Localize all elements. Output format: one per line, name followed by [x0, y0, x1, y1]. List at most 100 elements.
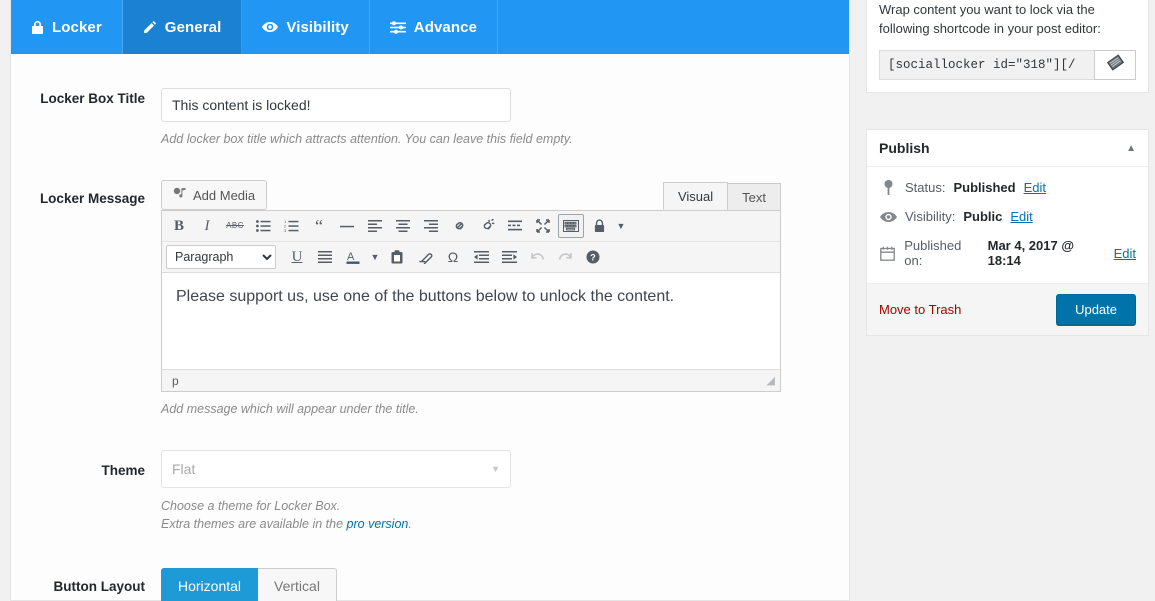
tab-locker-label: Locker [52, 18, 102, 36]
chevron-up-icon[interactable]: ▲ [1126, 143, 1136, 154]
justify-icon[interactable] [312, 245, 338, 269]
svg-text:?: ? [590, 253, 596, 263]
row-locker-message: Locker Message Add Media Visual Text B I… [11, 174, 849, 418]
row-locker-box-title: Locker Box Title Add locker box title wh… [11, 88, 849, 148]
theme-select[interactable]: Flat ▼ [161, 450, 511, 488]
pencil-icon [143, 20, 157, 34]
publish-visibility-label: Visibility: [905, 209, 956, 224]
theme-description-line2: Extra themes are available in the pro ve… [161, 515, 849, 533]
redo-icon[interactable] [552, 245, 578, 269]
shortcode-panel: Wrap content you want to lock via the fo… [866, 0, 1149, 93]
read-more-icon[interactable] [502, 214, 528, 238]
unlink-icon[interactable] [474, 214, 500, 238]
publish-status-label: Status: [905, 180, 946, 195]
align-left-icon[interactable] [362, 214, 388, 238]
publish-row-visibility: Visibility: Public Edit [867, 202, 1148, 231]
publish-visibility-value: Public [963, 209, 1003, 224]
toolbar-toggle-icon[interactable] [558, 214, 584, 238]
link-icon[interactable] [446, 214, 472, 238]
tab-visibility[interactable]: Visibility [242, 0, 370, 54]
editor-resize-handle[interactable]: ◢ [767, 374, 776, 387]
theme-selected-value: Flat [172, 461, 196, 477]
add-media-button[interactable]: Add Media [161, 180, 268, 210]
bullet-list-icon[interactable] [250, 214, 276, 238]
copy-shortcode-button[interactable] [1094, 50, 1136, 80]
text-color-icon[interactable]: A [340, 245, 366, 269]
locker-settings-metabox: Locker General Visibility Advance Locker… [10, 0, 850, 601]
outdent-icon[interactable] [468, 245, 494, 269]
italic-icon[interactable]: I [194, 214, 220, 238]
publish-panel: Publish ▲ Status: Published Edit Visibil… [866, 129, 1149, 336]
strikethrough-icon[interactable]: ABC [222, 214, 248, 238]
edit-visibility-link[interactable]: Edit [1010, 209, 1032, 224]
publish-panel-header: Publish ▲ [867, 130, 1148, 167]
svg-text:A: A [347, 251, 355, 263]
update-button[interactable]: Update [1056, 294, 1136, 325]
add-media-label: Add Media [193, 187, 256, 203]
theme-description-line1: Choose a theme for Locker Box. [161, 499, 341, 513]
clear-formatting-icon[interactable] [412, 245, 438, 269]
indent-icon[interactable] [496, 245, 522, 269]
publish-row-date: Published on: Mar 4, 2017 @ 18:14 Edit [867, 231, 1148, 275]
publish-row-status: Status: Published Edit [867, 173, 1148, 202]
publish-panel-footer: Move to Trash Update [867, 283, 1148, 335]
bold-icon[interactable]: B [166, 214, 192, 238]
editor-toolbar: B I ABC 123 “ ▼ Paragraph U A ▼ Ω ? [162, 211, 780, 273]
chevron-down-icon[interactable]: ▼ [368, 245, 382, 269]
underline-icon[interactable]: U [284, 245, 310, 269]
tab-visual[interactable]: Visual [662, 182, 729, 210]
eye-icon [262, 21, 279, 33]
settings-tabbar: Locker General Visibility Advance [11, 0, 849, 54]
row-button-layout: Button Layout Horizontal Vertical [11, 568, 849, 601]
layout-option-vertical[interactable]: Vertical [258, 568, 337, 601]
eye-icon [879, 211, 897, 223]
tab-advance-label: Advance [413, 18, 478, 36]
numbered-list-icon[interactable]: 123 [278, 214, 304, 238]
theme-description-prefix: Extra themes are available in the [161, 517, 347, 531]
tab-text[interactable]: Text [727, 183, 781, 210]
publish-panel-body: Status: Published Edit Visibility: Publi… [867, 167, 1148, 283]
edit-status-link[interactable]: Edit [1024, 180, 1046, 195]
paste-as-text-icon[interactable] [384, 245, 410, 269]
editor-mode-tabs: Visual Text [662, 182, 781, 210]
editor-element-path: p [172, 373, 179, 388]
align-center-icon[interactable] [390, 214, 416, 238]
shortcode-note: Wrap content you want to lock via the fo… [879, 2, 1101, 36]
help-icon[interactable]: ? [580, 245, 606, 269]
paragraph-format-select[interactable]: Paragraph [166, 245, 276, 269]
shortcode-input[interactable]: [sociallocker id="318"][/ [879, 50, 1094, 80]
theme-description-suffix: . [408, 517, 412, 531]
toolbar-row-1: B I ABC 123 “ ▼ [162, 211, 780, 241]
row-theme: Theme Flat ▼ Choose a theme for Locker B… [11, 450, 849, 533]
tab-general-label: General [164, 18, 222, 36]
lock-icon [31, 20, 44, 35]
tab-locker[interactable]: Locker [11, 0, 123, 54]
lock-icon[interactable] [586, 214, 612, 238]
admin-screen: Locker General Visibility Advance Locker… [0, 0, 1155, 601]
shortcode-row: [sociallocker id="318"][/ [879, 50, 1136, 80]
chevron-down-icon[interactable]: ▼ [614, 214, 628, 238]
undo-icon[interactable] [524, 245, 550, 269]
editor-status-bar: p ◢ [162, 369, 780, 391]
locker-box-title-input[interactable] [161, 88, 511, 122]
fullscreen-icon[interactable] [530, 214, 556, 238]
blockquote-icon[interactable]: “ [306, 214, 332, 238]
editor-box: B I ABC 123 “ ▼ Paragraph U A ▼ Ω ? Plea… [161, 210, 781, 392]
layout-option-horizontal[interactable]: Horizontal [161, 568, 259, 601]
edit-date-link[interactable]: Edit [1114, 246, 1136, 261]
special-character-icon[interactable]: Ω [440, 245, 466, 269]
sidebar: Wrap content you want to lock via the fo… [866, 0, 1149, 356]
move-to-trash-link[interactable]: Move to Trash [879, 302, 961, 317]
button-layout-group: Horizontal Vertical [161, 568, 849, 601]
locker-message-description: Add message which will appear under the … [161, 402, 419, 416]
locker-box-title-label: Locker Box Title [40, 91, 145, 106]
sliders-icon [389, 20, 406, 34]
align-right-icon[interactable] [418, 214, 444, 238]
tab-general[interactable]: General [122, 0, 243, 54]
tab-advance[interactable]: Advance [370, 0, 499, 54]
editor-top-bar: Add Media Visual Text [161, 174, 781, 210]
editor-content-area[interactable]: Please support us, use one of the button… [162, 273, 780, 369]
pin-icon [879, 180, 897, 195]
pro-version-link[interactable]: pro version [347, 517, 409, 531]
horizontal-rule-icon[interactable] [334, 214, 360, 238]
